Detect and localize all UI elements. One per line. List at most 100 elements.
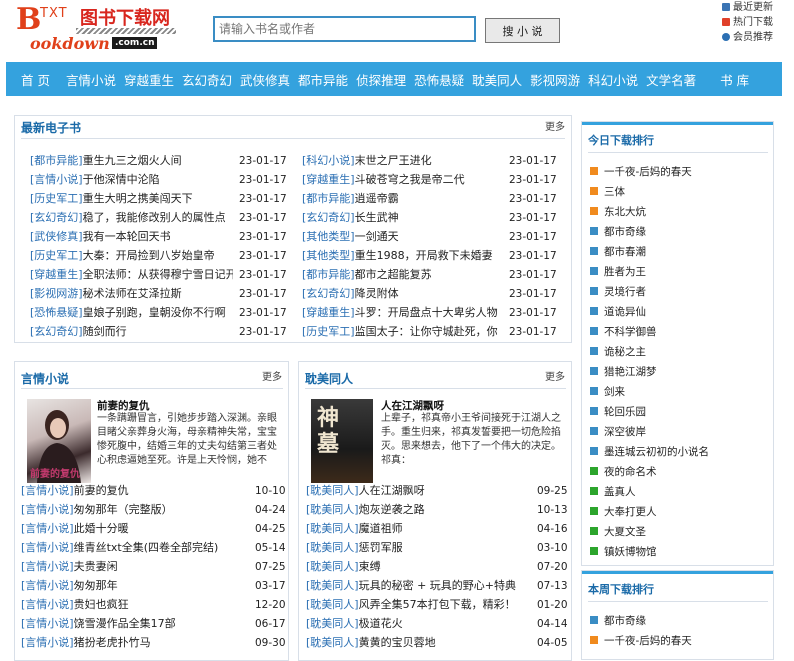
romance-more-link[interactable]: 更多 [262, 368, 282, 383]
list-item[interactable]: [都市异能]逍遥帝霸 [302, 190, 502, 208]
rank-item[interactable]: 轮回乐园 [590, 403, 646, 421]
home-icon [722, 3, 730, 11]
rank-item[interactable]: 诡秘之主 [590, 343, 646, 361]
hot-downloads-link[interactable]: 热门下载 [722, 15, 794, 30]
list-item[interactable]: [玄幻奇幻]随剑而行 [30, 323, 233, 341]
nav-horror[interactable]: 恐怖悬疑 [414, 70, 464, 89]
rank-item[interactable]: 三体 [590, 183, 625, 201]
list-item[interactable]: [言情小说]匆匆那年 [21, 577, 241, 595]
rank-item[interactable]: 猎艳江湖梦 [590, 363, 657, 381]
rank-item[interactable]: 镇妖博物馆 [590, 543, 657, 561]
list-item[interactable]: [言情小说]饶雪漫作品全集17部 [21, 615, 241, 633]
rank-item-label: 胜者为王 [604, 266, 646, 278]
rank-item[interactable]: 夜的命名术 [590, 463, 657, 481]
list-item[interactable]: [玄幻奇幻]长生武神 [302, 209, 502, 227]
item-category: [言情小说] [21, 617, 74, 630]
item-date: 23-01-17 [509, 288, 557, 300]
list-item[interactable]: [其他类型]一剑通天 [302, 228, 502, 246]
list-item[interactable]: [言情小说]夫贵妻闲 [21, 558, 241, 576]
member-recommend-link[interactable]: 会员推荐 [722, 30, 794, 45]
list-item[interactable]: [玄幻奇幻]稳了，我能修改别人的属性点 [30, 209, 233, 227]
item-title: 降灵附体 [354, 287, 399, 300]
list-item[interactable]: [耽美同人]极道花火 [306, 615, 531, 633]
rank-item[interactable]: 大夏文圣 [590, 523, 646, 541]
list-item[interactable]: [历史军工]监国太子：让你守城赴死，你 [302, 323, 502, 341]
search-input[interactable] [213, 16, 476, 42]
list-item[interactable]: [科幻小说]末世之尸王进化 [302, 152, 502, 170]
list-item[interactable]: [玄幻奇幻]降灵附体 [302, 285, 502, 303]
rank-item[interactable]: 都市奇缘 [590, 612, 646, 630]
nav-scifi[interactable]: 科幻小说 [588, 70, 638, 89]
item-date: 07-25 [255, 561, 286, 573]
list-item[interactable]: [耽美同人]人在江湖飘呀 [306, 482, 531, 500]
nav-fantasy[interactable]: 玄幻奇幻 [182, 70, 232, 89]
nav-classics[interactable]: 文学名著 [646, 70, 696, 89]
list-item[interactable]: [耽美同人]黄黄的宝贝蓉地 [306, 634, 531, 652]
recent-updates-link[interactable]: 最近更新 [722, 0, 794, 15]
bl-feature-title[interactable]: 人在江湖飘呀 [381, 398, 444, 413]
list-item[interactable]: [穿越重生]全职法师：从获得穆宁雪日记开始 [30, 266, 233, 284]
nav-bl[interactable]: 耽美同人 [472, 70, 522, 89]
nav-detective[interactable]: 侦探推理 [356, 70, 406, 89]
bl-more-link[interactable]: 更多 [545, 368, 565, 383]
romance-feature-title[interactable]: 前妻的复仇 [97, 398, 150, 413]
list-item[interactable]: [恐怖悬疑]皇娘子别跑，皇朝没你不行啊 [30, 304, 233, 322]
nav-urban[interactable]: 都市异能 [298, 70, 348, 89]
item-category: [都市异能] [302, 192, 355, 205]
rank-item[interactable]: 灵境行者 [590, 283, 646, 301]
rank-item[interactable]: 道诡异仙 [590, 303, 646, 321]
list-item[interactable]: [耽美同人]魔道祖师 [306, 520, 531, 538]
list-item[interactable]: [历史军工]重生大明之携美闯天下 [30, 190, 233, 208]
site-logo[interactable]: B TXT 图书下载网 ookdown .com.cn [14, 2, 176, 56]
search-button[interactable]: 搜 小 说 [485, 18, 560, 43]
list-item[interactable]: [其他类型]重生1988，开局救下未婚妻 [302, 247, 502, 265]
item-title: 贵妇也疯狂 [73, 598, 129, 611]
list-item[interactable]: [影视网游]秘术法师在艾泽拉斯 [30, 285, 233, 303]
nav-romance[interactable]: 言情小说 [66, 70, 116, 89]
list-item[interactable]: [言情小说]前妻的复仇 [21, 482, 241, 500]
rank-marker-icon [590, 527, 598, 535]
list-item[interactable]: [耽美同人]风弄全集57本打包下载，精彩！ [306, 596, 534, 614]
rank-item[interactable]: 深空彼岸 [590, 423, 646, 441]
item-title: 秘术法师在艾泽拉斯 [82, 287, 182, 300]
latest-more-link[interactable]: 更多 [545, 118, 565, 133]
rank-item[interactable]: 不科学御兽 [590, 323, 657, 341]
list-item[interactable]: [武侠修真]我有一本轮回天书 [30, 228, 233, 246]
rank-item[interactable]: 一千夜-后妈的春天 [590, 163, 692, 181]
item-date: 23-01-17 [509, 193, 557, 205]
item-date: 07-13 [537, 580, 568, 592]
list-item[interactable]: [耽美同人]炮灰逆袭之路 [306, 501, 531, 519]
list-item[interactable]: [言情小说]匆匆那年（完整版） [21, 501, 241, 519]
rank-item[interactable]: 剑来 [590, 383, 625, 401]
list-item[interactable]: [言情小说]维青丝txt全集(四卷全部完结) [21, 539, 246, 557]
rank-item[interactable]: 墨连城云初初的小说名 [590, 443, 709, 461]
rank-item-label: 大夏文圣 [604, 526, 646, 538]
rank-item[interactable]: 东北大炕 [590, 203, 646, 221]
list-item[interactable]: [都市异能]重生九三之烟火人间 [30, 152, 233, 170]
bl-feature-cover[interactable]: 神墓 [311, 399, 373, 483]
rank-item[interactable]: 盖真人 [590, 483, 636, 501]
list-item[interactable]: [耽美同人]束缚 [306, 558, 531, 576]
list-item[interactable]: [言情小说]此婚十分暖 [21, 520, 241, 538]
list-item[interactable]: [穿越重生]斗破苍穹之我是帝二代 [302, 171, 502, 189]
list-item[interactable]: [都市异能]都市之超能复苏 [302, 266, 502, 284]
list-item[interactable]: [历史军工]大秦：开局捡到八岁始皇帝 [30, 247, 233, 265]
romance-feature-cover[interactable]: 前妻的复仇 [27, 399, 91, 483]
list-item[interactable]: [耽美同人]惩罚军服 [306, 539, 531, 557]
item-title: 末世之尸王进化 [354, 154, 432, 167]
nav-rebirth[interactable]: 穿越重生 [124, 70, 174, 89]
nav-home[interactable]: 首 页 [21, 70, 50, 89]
rank-item[interactable]: 一千夜-后妈的春天 [590, 632, 692, 650]
nav-library[interactable]: 书 库 [720, 70, 749, 89]
list-item[interactable]: [言情小说]于他深情中沦陷 [30, 171, 233, 189]
nav-wuxia[interactable]: 武侠修真 [240, 70, 290, 89]
nav-film-games[interactable]: 影视网游 [530, 70, 580, 89]
list-item[interactable]: [穿越重生]斗罗：开局盘点十大卑劣人物 [302, 304, 502, 322]
rank-item[interactable]: 胜者为王 [590, 263, 646, 281]
rank-item[interactable]: 都市奇缘 [590, 223, 646, 241]
list-item[interactable]: [言情小说]猪扮老虎扑竹马 [21, 634, 241, 652]
rank-item[interactable]: 都市春潮 [590, 243, 646, 261]
list-item[interactable]: [言情小说]贵妇也疯狂 [21, 596, 241, 614]
list-item[interactable]: [耽美同人]玩具的秘密 + 玩具的野心+特典 [306, 577, 534, 595]
rank-item[interactable]: 大奉打更人 [590, 503, 657, 521]
